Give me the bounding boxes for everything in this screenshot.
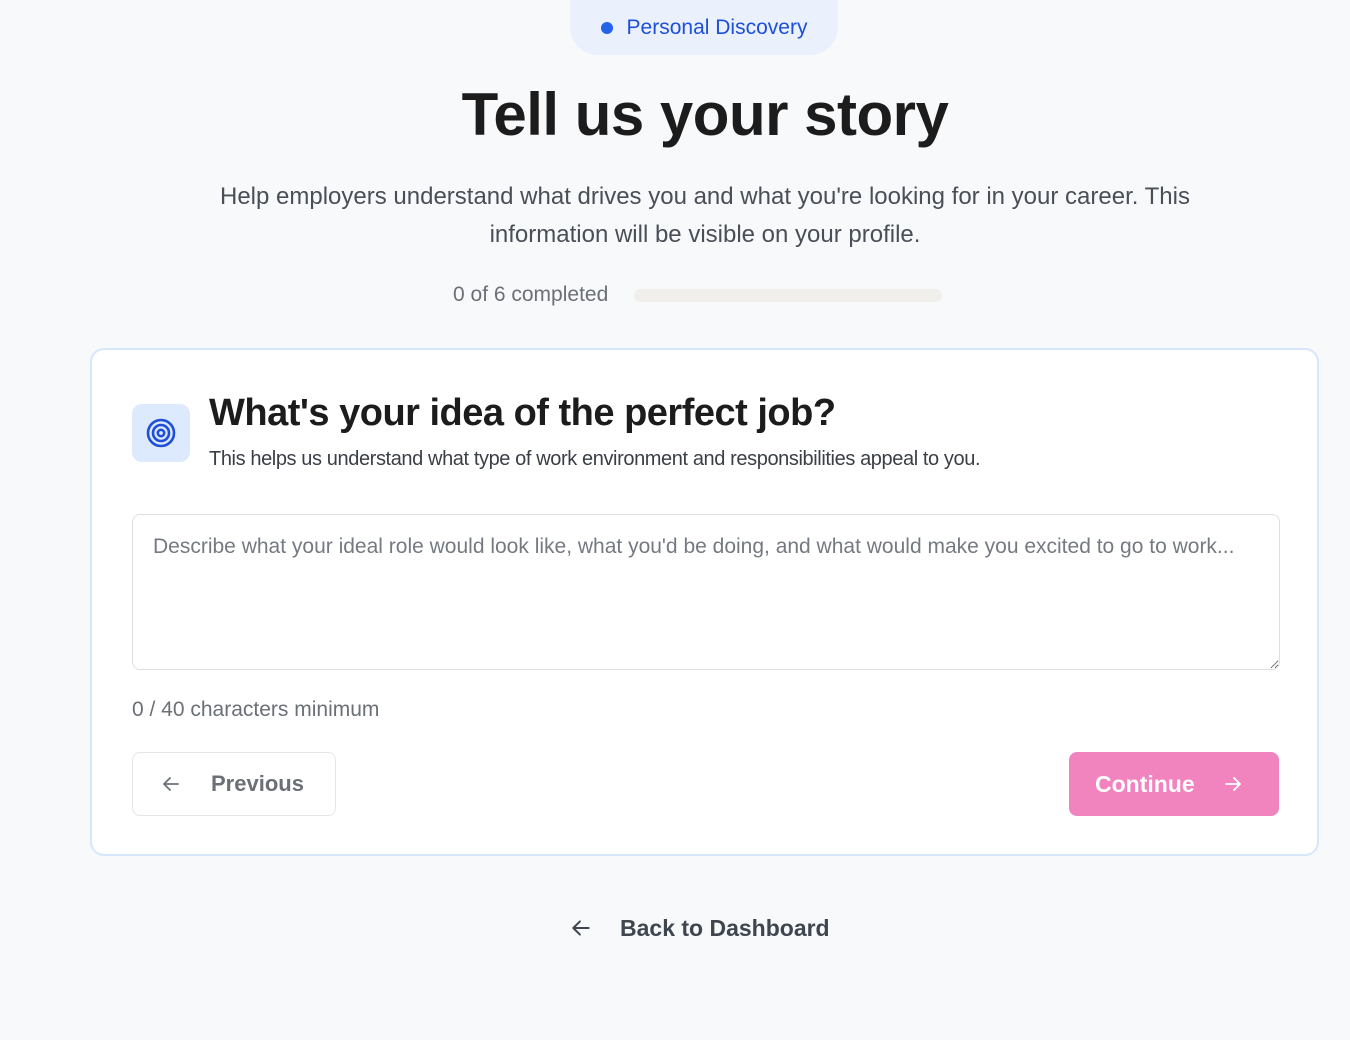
arrow-right-icon	[1223, 774, 1243, 794]
arrow-left-icon	[570, 917, 592, 939]
progress-text: 0 of 6 completed	[453, 283, 609, 306]
target-icon-graphic	[146, 418, 176, 448]
status-dot	[600, 21, 613, 34]
progress-bar	[634, 288, 943, 302]
page: Personal Discovery Tell us your story He…	[0, 0, 1350, 1040]
arrow-left-icon	[161, 774, 181, 794]
back-to-dashboard-label: Back to Dashboard	[620, 914, 830, 941]
section-badge-label: Personal Discovery	[626, 15, 808, 39]
continue-button-label: Continue	[1095, 770, 1195, 797]
previous-button-label: Previous	[211, 771, 304, 796]
page-title: Tell us your story	[461, 81, 949, 148]
previous-button[interactable]: Previous	[132, 752, 336, 816]
character-count: 0 / 40 characters minimum	[132, 698, 380, 721]
question-card: What's your idea of the perfect job? Thi…	[90, 348, 1319, 856]
target-icon	[132, 404, 190, 462]
section-badge: Personal Discovery	[570, 0, 838, 55]
page-subtitle: Help employers understand what drives yo…	[220, 183, 1190, 248]
question-help-text: This helps us understand what type of wo…	[209, 448, 981, 470]
question-title: What's your idea of the perfect job?	[209, 392, 836, 434]
continue-button[interactable]: Continue	[1069, 752, 1279, 816]
answer-textarea[interactable]	[132, 514, 1280, 670]
progress-indicator: 0 of 6 completed	[453, 280, 943, 310]
back-to-dashboard-link[interactable]: Back to Dashboard	[570, 908, 830, 948]
